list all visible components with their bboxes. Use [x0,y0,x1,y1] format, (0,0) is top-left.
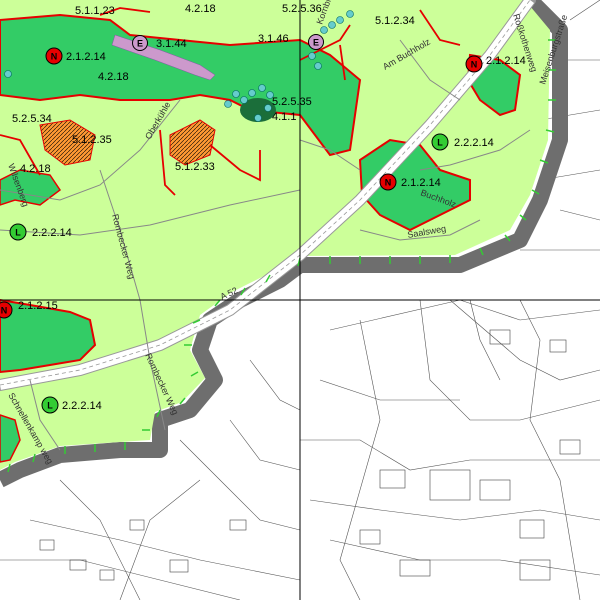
marker-e1[interactable]: E [132,35,148,51]
map-view[interactable]: N N N N E E L L L 5.1.1.23 4.2.18 5.2.5.… [0,0,600,600]
area-label: 2.2.2.14 [454,137,494,149]
marker-letter: L [15,228,21,238]
map-canvas: N N N N E E L L L 5.1.1.23 4.2.18 5.2.5.… [0,0,600,600]
marker-n2[interactable]: N [465,55,483,73]
area-label: 5.2.5.34 [12,113,52,125]
marker-letter: E [137,39,143,49]
marker-n1[interactable]: N [45,47,63,65]
area-label: 2.2.2.14 [62,400,102,412]
marker-letter: L [437,138,443,148]
area-label: 3.1.44 [156,38,187,50]
area-label: 5.1.2.33 [175,161,215,173]
area-label: 2.1.2.14 [486,55,526,67]
area-label: 5.1.1.23 [75,5,115,17]
marker-l1[interactable]: L [431,133,449,151]
area-label: 5.2.5.36 [282,3,322,15]
area-label: 4.1.1 [272,111,296,123]
marker-n4[interactable]: N [0,301,13,319]
area-label: 2.1.2.14 [401,177,441,189]
area-label: 4.2.18 [20,163,51,175]
marker-letter: N [51,52,58,62]
marker-n3[interactable]: N [379,173,397,191]
area-label: 5.2.5.35 [272,96,312,108]
marker-letter: N [385,178,392,188]
area-label: 5.1.2.34 [375,15,415,27]
area-label: 2.1.2.14 [66,51,106,63]
marker-letter: L [47,401,53,411]
area-label: 5.1.2.35 [72,134,112,146]
area-label: 3.1.46 [258,33,289,45]
area-label: 4.2.18 [98,71,129,83]
marker-letter: E [313,38,319,48]
marker-e2[interactable]: E [308,34,324,50]
marker-l2[interactable]: L [9,223,27,241]
area-label: 2.1.2.15 [18,300,58,312]
marker-letter: N [471,60,478,70]
marker-l3[interactable]: L [41,396,59,414]
area-label: 2.2.2.14 [32,227,72,239]
area-label: 4.2.18 [185,3,216,15]
marker-letter: N [1,306,8,316]
